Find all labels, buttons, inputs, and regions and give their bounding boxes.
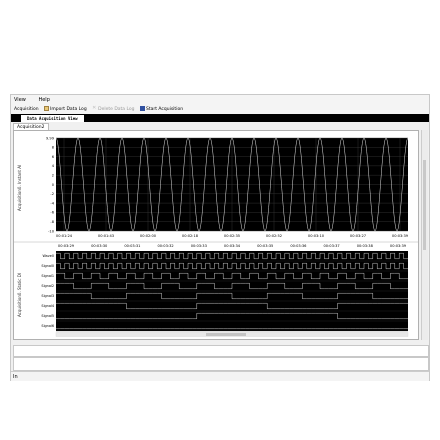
delete-data-log-label: Delete Data Log [98, 107, 135, 112]
start-acquisition-button[interactable]: Start Acquisition [139, 105, 184, 114]
waveform-x-tick-label: 00:02:35 [224, 234, 240, 238]
scrollbar-thumb[interactable] [423, 160, 426, 250]
digital-series-signal1 [56, 273, 408, 279]
digital-x-tick-label: 00:03:30 [91, 244, 108, 248]
delete-data-log-button[interactable]: ✕ Delete Data Log [92, 105, 134, 114]
waveform-chart: 9.99 8 6 4 2 0 -2 -4 -6 -8 -1000:01:24 00:01:43 00:0… [46, 136, 409, 238]
digital-x-tick-label: 00:03:39 [390, 244, 407, 248]
menu-help[interactable]: Help [35, 97, 49, 103]
digital-x-tick-label: 00:03:29 [58, 244, 75, 248]
waveform-x-tick-label: 00:02:52 [266, 234, 282, 238]
acquisition-menu-button[interactable]: Acquisition [11, 105, 39, 114]
status-bar-label: In [13, 374, 18, 380]
digital-chart: 00:03:29 00:03:30 00:03:31 00:03:32 00:03:33… [14, 241, 418, 337]
waveform-y-tick-label: -2 [50, 192, 54, 196]
digital-signal-label: Signal6 [41, 324, 54, 328]
digital-signal-label: Signal2 [41, 284, 54, 288]
waveform-x-tick-label: 00:01:43 [98, 234, 114, 238]
waveform-y-tick-label: 2 [52, 173, 54, 177]
waveform-x-tick-label: 00:01:24 [56, 234, 73, 238]
digital-series-wave0 [56, 253, 408, 259]
import-data-log-label: Import Data Log [50, 107, 87, 112]
import-icon [44, 106, 50, 111]
toolbar: Acquisition Import Data Log ✕ Delete Data… [11, 105, 429, 114]
digital-signal-label: Wave0 [43, 254, 54, 258]
digital-scrollbar-thumb[interactable] [206, 333, 246, 336]
waveform-y-tick-label: -4 [50, 201, 54, 205]
menu-view[interactable]: View [11, 97, 26, 103]
waveform-y-tick-label: -8 [50, 220, 54, 224]
app-window: View Help Acquisition Import Data Log ✕ D… [10, 94, 430, 381]
digital-series-signal0 [56, 263, 408, 269]
digital-x-tick-label: 00:03:36 [290, 244, 307, 248]
waveform-y-tick-label: 4 [52, 164, 55, 168]
waveform-x-tick-label: 00:02:00 [140, 234, 157, 238]
digital-signal-label: Signal5 [41, 314, 54, 318]
digital-x-tick-label: 00:03:38 [357, 244, 374, 248]
menu-bar: View Help [11, 95, 429, 105]
waveform-y-axis-label: Acquisition0. Instant AI [17, 164, 22, 211]
view-tab-bar: Data Acquisition View [11, 114, 429, 122]
digital-signal-label: Signal0 [41, 264, 54, 268]
delete-icon: ✕ [92, 105, 97, 111]
waveform-y-tick-label: -10 [48, 229, 55, 233]
digital-series-signal2 [56, 283, 408, 289]
status-bar: In [11, 371, 429, 381]
digital-y-axis-label: Acquisition0. Static DI [17, 273, 22, 317]
digital-x-tick-label: 00:03:35 [257, 244, 273, 248]
waveform-y-tick-label: -6 [50, 211, 54, 215]
digital-signal-label: Signal3 [41, 294, 54, 298]
waveform-y-tick-label: 6 [52, 155, 55, 159]
digital-signal-label: Signal4 [41, 304, 54, 308]
import-data-log-button[interactable]: Import Data Log [44, 105, 87, 114]
waveform-y-tick-label: 9.99 [46, 136, 55, 140]
waveform-y-tick-label: 0 [52, 183, 55, 187]
digital-signal-label: Signal1 [41, 274, 54, 278]
plots-vertical-scrollbar[interactable] [421, 130, 428, 340]
start-icon [139, 106, 145, 111]
waveform-x-tick-label: 00:03:10 [308, 234, 325, 238]
digital-x-tick-label: 00:03:37 [324, 244, 340, 248]
waveform-x-tick-label: 00:03:27 [350, 234, 366, 238]
waveform-x-tick-label: 00:03:39 [392, 234, 409, 238]
tab-data-acquisition-view[interactable]: Data Acquisition View [21, 115, 84, 122]
log-panel [13, 357, 429, 371]
plots-panel: 9.99 8 6 4 2 0 -2 -4 -6 -8 -10 00:01:24 00:01:43 00:0… [13, 130, 419, 340]
start-acquisition-label: Start Acquisition [145, 107, 184, 112]
digital-x-tick-label: 00:03:33 [191, 244, 207, 248]
log-panel-header [13, 345, 429, 357]
plots-svg: 9.99 8 6 4 2 0 -2 -4 -6 -8 -1000:01:24 00:01:43 00:0… [14, 136, 418, 337]
waveform-x-tick-label: 00:02:18 [182, 234, 199, 238]
digital-x-tick-label: 00:03:32 [158, 244, 174, 248]
digital-x-tick-label: 00:03:34 [224, 244, 241, 248]
digital-x-tick-label: 00:03:31 [124, 244, 140, 248]
waveform-y-tick-label: 8 [52, 146, 55, 150]
